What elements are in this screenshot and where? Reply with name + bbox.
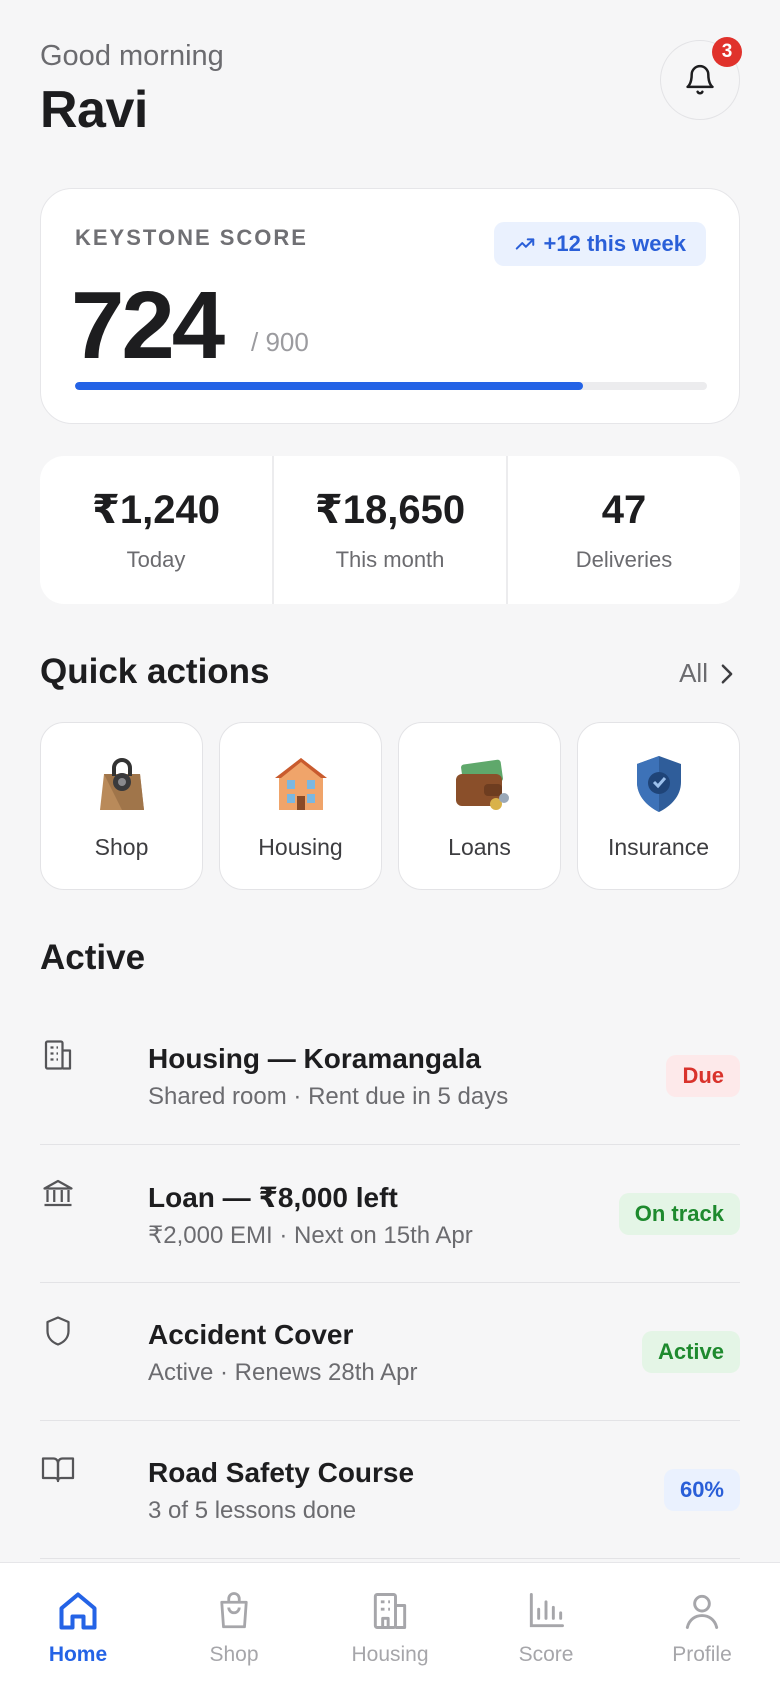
see-all-actions-link[interactable]: All: [679, 658, 736, 689]
active-item-housing[interactable]: Housing — Koramangala Shared room · Rent…: [40, 1007, 740, 1145]
bag-icon: [220, 1592, 248, 1629]
stat-label: Deliveries: [575, 546, 673, 572]
active-item-subtitle: Active · Renews 28th Apr: [148, 1359, 418, 1386]
active-item-title: Accident Cover: [148, 1319, 354, 1350]
tab-label: Home: [48, 1643, 108, 1666]
tab-housing[interactable]: Housing: [312, 1563, 468, 1688]
tab-profile[interactable]: Profile: [624, 1563, 780, 1688]
stat-value: ₹1,240: [92, 488, 220, 532]
quick-action-loans[interactable]: Loans: [398, 722, 561, 890]
stat-deliveries: 47 Deliveries: [508, 456, 740, 604]
active-item-road-safety[interactable]: Road Safety Course 3 of 5 lessons done 6…: [40, 1421, 740, 1559]
active-items-list: Housing — Koramangala Shared room · Rent…: [40, 1007, 740, 1559]
status-badge: Active: [641, 1331, 740, 1373]
active-item-title: Road Safety Course: [148, 1457, 415, 1488]
home-icon: [59, 1592, 97, 1630]
stat-this-month: ₹18,650 This month: [274, 456, 508, 604]
shield-icon: [636, 755, 681, 812]
quick-action-insurance[interactable]: Insurance: [577, 722, 740, 890]
stat-today: ₹1,240 Today: [40, 456, 274, 604]
tab-label: Profile: [672, 1643, 732, 1666]
score-progress-fill: [75, 382, 584, 390]
active-item-accident-cover[interactable]: Accident Cover Active · Renews 28th Apr …: [40, 1283, 740, 1421]
greeting-text: Good morning: [40, 40, 224, 72]
bell-icon: [686, 64, 714, 95]
building-icon: [44, 1040, 72, 1070]
stat-label: Today: [126, 547, 186, 572]
stat-value: 47: [601, 487, 647, 532]
user-name: Ravi: [40, 81, 148, 139]
tab-score[interactable]: Score: [468, 1563, 624, 1688]
quick-actions-title: Quick actions: [40, 652, 270, 691]
tab-label: Shop: [209, 1643, 259, 1666]
quick-actions-grid: Shop Housing Loans Insurance: [40, 722, 740, 890]
status-badge: 60%: [663, 1469, 740, 1511]
earnings-stats: ₹1,240 Today ₹18,650 This month 47 Deliv…: [40, 456, 740, 604]
chevron-right-icon: [721, 664, 733, 683]
tab-home[interactable]: Home: [0, 1563, 156, 1688]
status-badge: On track: [618, 1193, 740, 1235]
score-progress-bar: [75, 382, 707, 390]
shield-outline-icon: [46, 1316, 70, 1346]
book-icon: [41, 1457, 75, 1483]
see-all-label: All: [679, 658, 708, 688]
score-trend-badge: +12 this week: [493, 222, 706, 266]
quick-action-housing[interactable]: Housing: [219, 722, 382, 890]
status-badge: Due: [666, 1055, 740, 1097]
active-item-loan[interactable]: Loan — ₹8,000 left ₹2,000 EMI · Next on …: [40, 1145, 740, 1283]
tab-label: Score: [518, 1643, 574, 1666]
keystone-score-card[interactable]: KEYSTONE SCORE +12 this week 724 / 900: [40, 188, 740, 424]
tab-label: Housing: [351, 1643, 429, 1666]
shopping-bag-icon: [99, 757, 144, 810]
active-item-title: Loan — ₹8,000 left: [148, 1182, 398, 1213]
active-section-title: Active: [40, 938, 146, 977]
home-screen: Good morning Ravi 3 KEYSTONE SCORE +12 t…: [0, 0, 780, 1688]
house-icon: [274, 757, 327, 810]
quick-action-label: Insurance: [607, 833, 709, 860]
quick-action-label: Housing: [258, 833, 343, 860]
stat-value: ₹18,650: [314, 488, 466, 532]
active-item-title: Housing — Koramangala: [148, 1043, 481, 1074]
bar-chart-icon: [529, 1593, 564, 1628]
notification-badge: 3: [712, 37, 742, 67]
active-item-subtitle: 3 of 5 lessons done: [148, 1497, 357, 1524]
score-max: / 900: [251, 327, 309, 357]
quick-action-label: Shop: [94, 833, 149, 860]
building-icon: [373, 1593, 407, 1629]
trending-up-icon: [515, 238, 534, 250]
bank-icon: [43, 1179, 73, 1207]
score-value: 724: [71, 272, 225, 379]
score-trend-text: +12 this week: [543, 231, 686, 256]
active-item-subtitle: Shared room · Rent due in 5 days: [148, 1083, 509, 1110]
bottom-tab-bar: Home Shop Housing Score Profile: [0, 1562, 780, 1688]
stat-label: This month: [335, 547, 445, 572]
quick-action-label: Loans: [448, 833, 511, 860]
tab-shop[interactable]: Shop: [156, 1563, 312, 1688]
wallet-icon: [455, 759, 509, 810]
quick-action-shop[interactable]: Shop: [40, 722, 203, 890]
active-item-subtitle: ₹2,000 EMI · Next on 15th Apr: [148, 1222, 473, 1249]
person-icon: [685, 1594, 719, 1629]
score-label: KEYSTONE SCORE: [75, 225, 308, 250]
